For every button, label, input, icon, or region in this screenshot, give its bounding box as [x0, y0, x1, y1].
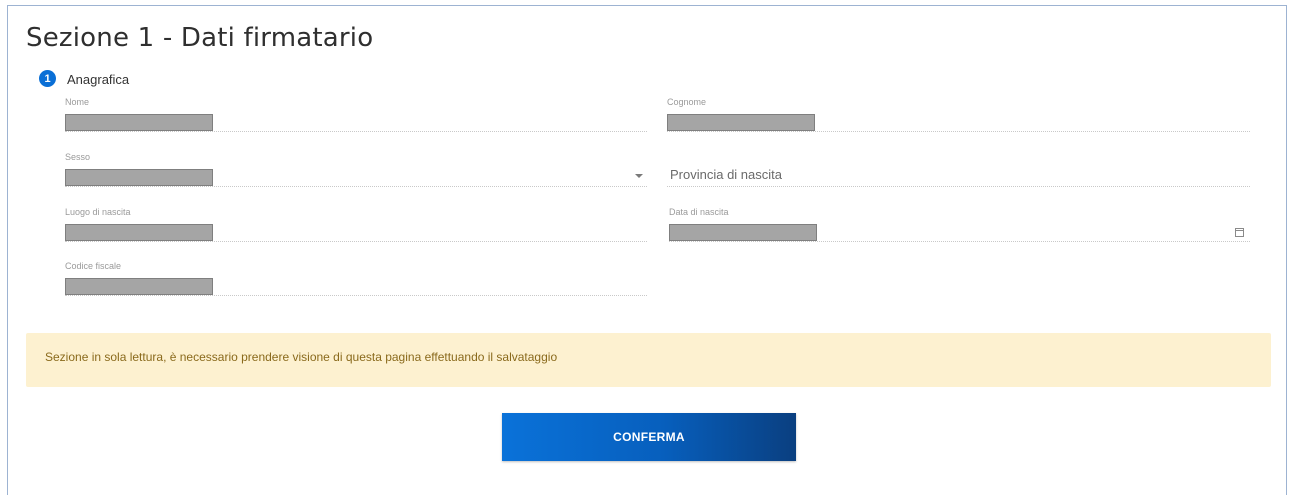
form-panel: Sezione 1 - Dati firmatario 1 Anagrafica… — [7, 5, 1287, 495]
read-only-notice: Sezione in sola lettura, è necessario pr… — [26, 333, 1271, 387]
data-nascita-value-redacted — [669, 224, 817, 241]
codice-underline — [65, 295, 647, 296]
nome-field[interactable]: Nome — [65, 97, 647, 132]
page-title: Sezione 1 - Dati firmatario — [26, 23, 374, 53]
notice-text: Sezione in sola lettura, è necessario pr… — [45, 350, 558, 364]
sesso-select[interactable]: Sesso — [65, 152, 647, 187]
data-underline — [669, 241, 1250, 242]
sesso-value-redacted — [65, 169, 213, 186]
luogo-nascita-value-redacted — [65, 224, 213, 241]
nome-value-redacted — [65, 114, 213, 131]
luogo-nascita-label: Luogo di nascita — [65, 207, 131, 217]
codice-fiscale-value-redacted — [65, 278, 213, 295]
confirm-button[interactable]: CONFERMA — [502, 413, 796, 461]
provincia-nascita-placeholder: Provincia di nascita — [670, 167, 782, 182]
data-nascita-field[interactable]: Data di nascita — [669, 207, 1250, 242]
sesso-label: Sesso — [65, 152, 91, 162]
codice-fiscale-field[interactable]: Codice fiscale — [65, 261, 647, 296]
cognome-value-redacted — [667, 114, 815, 131]
provincia-nascita-input[interactable]: Provincia di nascita — [667, 152, 1250, 187]
codice-fiscale-label: Codice fiscale — [65, 261, 122, 271]
data-nascita-label: Data di nascita — [669, 207, 729, 217]
chevron-down-icon[interactable] — [635, 174, 643, 178]
provincia-underline — [667, 186, 1250, 187]
step-label: Anagrafica — [67, 72, 130, 87]
cognome-label: Cognome — [667, 97, 707, 107]
nome-label: Nome — [65, 97, 90, 107]
luogo-nascita-field[interactable]: Luogo di nascita — [65, 207, 647, 242]
luogo-underline — [65, 241, 647, 242]
sesso-underline — [65, 186, 647, 187]
calendar-icon[interactable] — [1235, 228, 1244, 237]
cognome-field[interactable]: Cognome — [667, 97, 1250, 132]
nome-underline — [65, 131, 647, 132]
cognome-underline — [667, 131, 1250, 132]
step-number-badge: 1 — [39, 70, 56, 87]
